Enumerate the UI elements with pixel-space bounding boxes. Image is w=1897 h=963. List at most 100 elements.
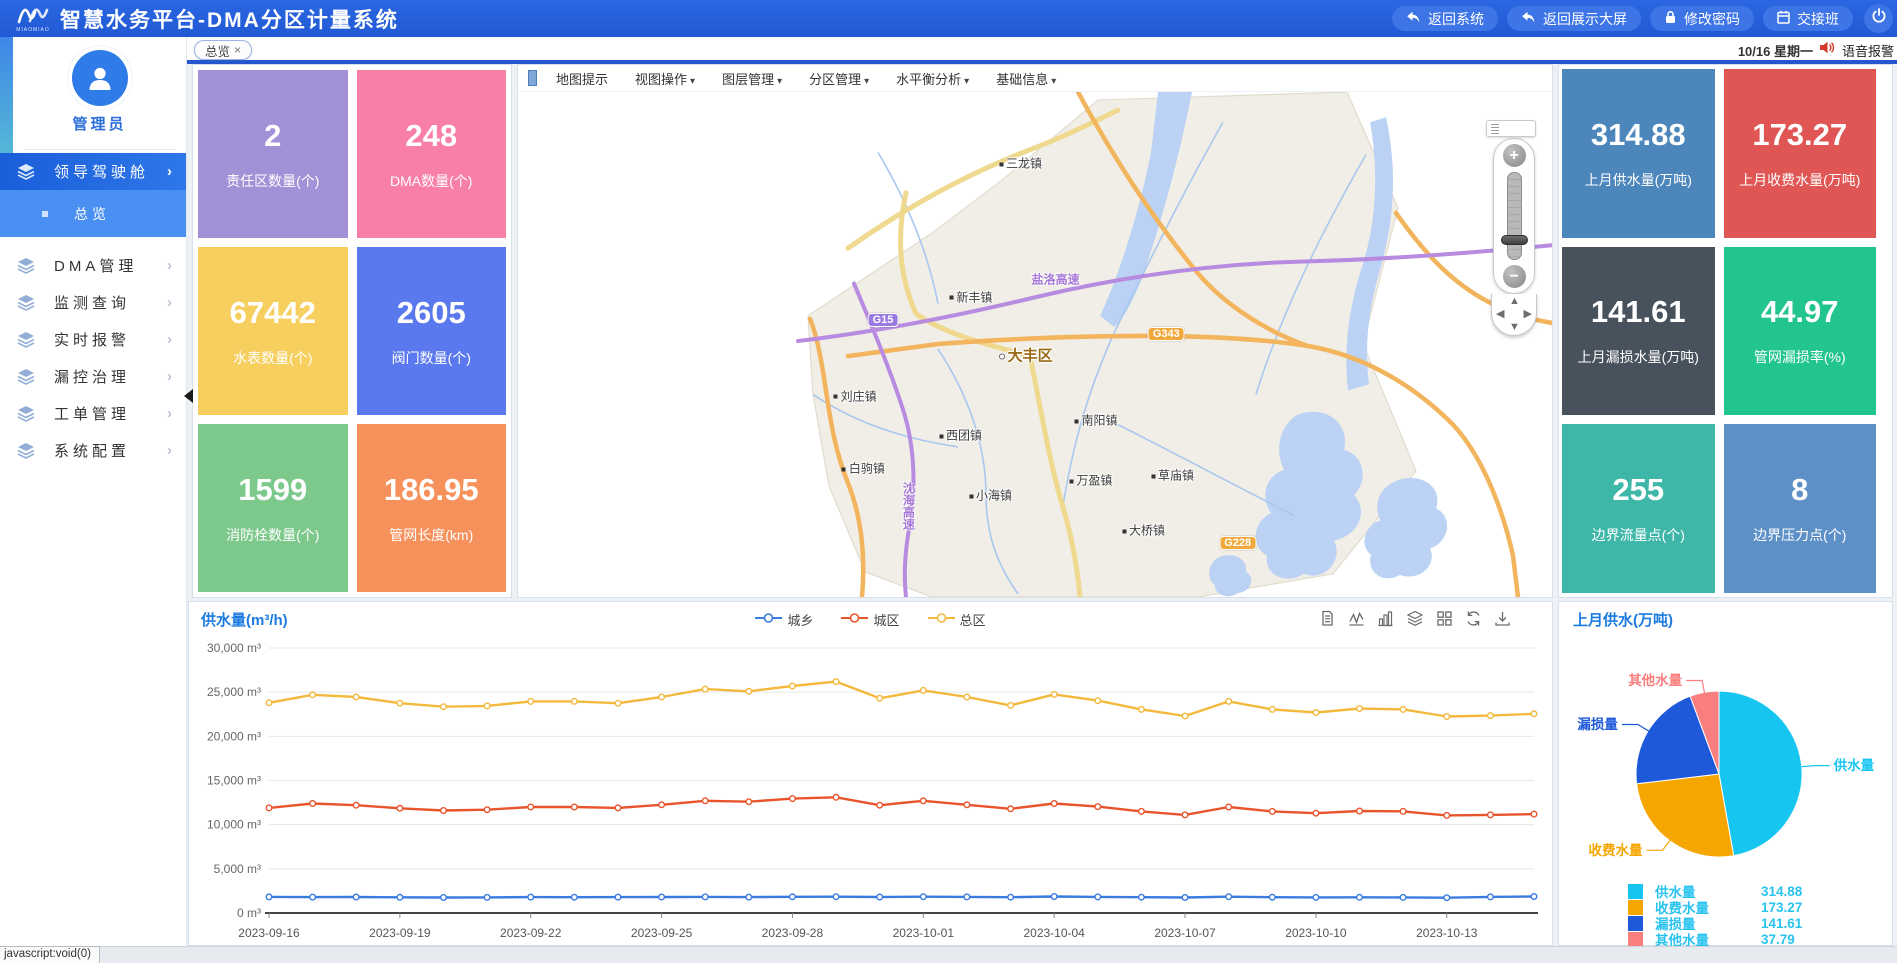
legend-label: 城乡 — [787, 610, 813, 629]
pie-legend-value: 173.27 — [1761, 900, 1802, 915]
legend-item-总区[interactable]: 总区 — [928, 610, 986, 629]
map-control-grip[interactable] — [1486, 120, 1536, 137]
town-name: 白驹镇 — [849, 462, 885, 476]
map-town-label: 万盈镇 — [1069, 471, 1112, 488]
sidebar-item-2[interactable]: DMA管理› — [0, 247, 186, 284]
pie-legend-swatch — [1628, 884, 1643, 899]
svg-text:2023-09-22: 2023-09-22 — [500, 926, 562, 940]
map-toolbar-item-1[interactable]: 地图提示 — [556, 69, 608, 88]
header-button-4[interactable]: 交接班 — [1763, 6, 1853, 31]
sidebar-item-6[interactable]: 工单管理› — [0, 395, 186, 432]
app-title: 智慧水务平台-DMA分区计量系统 — [60, 4, 399, 34]
toolbox-restore-icon[interactable] — [1465, 610, 1482, 632]
sidebar-subitem-总览[interactable]: 总览 — [0, 190, 186, 237]
header-button-1[interactable]: 返回系统 — [1392, 6, 1498, 31]
sidebar-collapse-handle[interactable] — [184, 389, 193, 403]
sidebar-item-7[interactable]: 系统配置› — [0, 432, 186, 469]
right-stat-card-1: 314.88上月供水量(万吨) — [1562, 69, 1715, 238]
stat-value: 314.88 — [1591, 117, 1686, 153]
map-toolbar-item-3[interactable]: 图层管理▾ — [722, 69, 782, 88]
toolbox-bar-icon[interactable] — [1377, 610, 1394, 632]
svg-text:收费水量: 收费水量 — [1589, 842, 1643, 858]
legend-marker-icon — [928, 612, 955, 627]
map-toolbar-label: 水平衡分析 — [896, 72, 961, 87]
legend-item-城乡[interactable]: 城乡 — [755, 610, 813, 629]
right-stat-card-2: 173.27上月收费水量(万吨) — [1724, 69, 1877, 238]
stat-value: 186.95 — [384, 472, 479, 508]
sidebar-item-4[interactable]: 实时报警› — [0, 321, 186, 358]
logo-icon — [16, 4, 50, 29]
toolbox-tiled-icon[interactable] — [1436, 610, 1453, 632]
voice-alarm-label[interactable]: 语音报警 — [1842, 41, 1894, 60]
map-toolbar-item-6[interactable]: 基础信息▾ — [996, 69, 1056, 88]
tab-close-icon[interactable]: × — [234, 43, 241, 57]
stat-label: DMA数量(个) — [390, 171, 472, 191]
district-name: 大丰区 — [1008, 348, 1053, 365]
pie-title: 上月供水(万吨) — [1573, 609, 1673, 630]
toolbox-pulse-icon[interactable] — [1348, 610, 1365, 632]
pie-legend-item-其他水量[interactable]: 其他水量37.79 — [1628, 931, 1886, 947]
sidebar-item-label: 实时报警 — [54, 329, 130, 350]
zoom-out-button[interactable]: − — [1503, 265, 1526, 288]
sidebar-menu: 领导驾驶舱›总览DMA管理›监测查询›实时报警›漏控治理›工单管理›系统配置› — [0, 153, 186, 469]
pan-down-arrow[interactable]: ▼ — [1509, 322, 1520, 333]
zoom-in-button[interactable]: + — [1503, 144, 1526, 167]
map-toolbar-item-4[interactable]: 分区管理▾ — [809, 69, 869, 88]
chevron-right-icon: › — [167, 294, 172, 311]
pan-right-arrow[interactable]: ▶ — [1524, 309, 1532, 320]
stat-value: 67442 — [230, 295, 316, 331]
caret-down-icon: ▾ — [1051, 76, 1056, 87]
town-name: 万盈镇 — [1076, 473, 1112, 487]
power-button[interactable] — [1864, 4, 1893, 33]
zoom-slider-handle[interactable] — [1501, 235, 1528, 245]
toolbox-data-view-icon[interactable] — [1319, 610, 1336, 632]
caret-down-icon: ▾ — [777, 76, 782, 87]
map-canvas[interactable]: 三龙镇新丰镇刘庄镇西团镇南阳镇白驹镇小海镇万盈镇草庙镇大桥镇大丰区G15G343… — [518, 91, 1552, 597]
sidebar-item-3[interactable]: 监测查询 › — [0, 284, 186, 321]
layers-icon — [16, 331, 36, 348]
stat-label: 消防栓数量(个) — [226, 525, 319, 545]
pie-chart: 供水量收费水量漏损量其他水量 — [1559, 628, 1892, 880]
sidebar-item-1[interactable]: 领导驾驶舱› — [0, 153, 186, 190]
sidebar-item-label: 漏控治理 — [54, 366, 130, 387]
chevron-right-icon: › — [167, 163, 172, 180]
tab-overview[interactable]: 总览 × — [194, 40, 252, 60]
left-stat-card-3: 67442水表数量(个) — [198, 247, 348, 415]
svg-text:2023-10-01: 2023-10-01 — [893, 926, 955, 940]
pie-legend-value: 141.61 — [1761, 916, 1802, 931]
stat-value: 2605 — [397, 295, 466, 331]
svg-text:2023-09-25: 2023-09-25 — [631, 926, 693, 940]
submenu-item-label: 总览 — [74, 204, 110, 224]
toolbox-stack-icon[interactable] — [1406, 610, 1424, 632]
map-toolbar-item-2[interactable]: 视图操作▾ — [635, 69, 695, 88]
speaker-icon[interactable] — [1819, 40, 1836, 60]
pan-up-arrow[interactable]: ▲ — [1509, 296, 1520, 307]
toolbox-download-icon[interactable] — [1494, 610, 1511, 632]
sidebar-item-5[interactable]: 漏控治理 › — [0, 358, 186, 395]
header-button-3[interactable]: 修改密码 — [1650, 6, 1754, 31]
sidebar-item-label: 系统配置 — [54, 440, 130, 461]
svg-text:30,000 m³: 30,000 m³ — [207, 641, 261, 655]
tab-label: 总览 — [205, 41, 230, 60]
sidebar-item-label: DMA管理 — [54, 255, 137, 276]
right-stat-card-4: 44.97管网漏损率(%) — [1724, 247, 1877, 416]
stat-label: 管网长度(km) — [389, 525, 473, 545]
pan-left-arrow[interactable]: ◀ — [1496, 309, 1504, 320]
right-stats-panel: 314.88上月供水量(万吨)173.27上月收费水量(万吨)141.61上月漏… — [1558, 64, 1893, 598]
sidebar-item-label: 监测查询 — [54, 292, 130, 313]
map-toolbar-item-5[interactable]: 水平衡分析▾ — [896, 69, 969, 88]
legend-item-城区[interactable]: 城区 — [841, 610, 899, 629]
right-stat-card-3: 141.61上月漏损水量(万吨) — [1562, 247, 1715, 416]
svg-text:供水量: 供水量 — [1833, 757, 1875, 773]
header-button-2[interactable]: 返回展示大屏 — [1507, 6, 1641, 31]
town-dot-icon — [834, 395, 838, 399]
svg-text:5,000 m³: 5,000 m³ — [214, 862, 261, 876]
chevron-right-icon: › — [167, 368, 172, 385]
layers-icon — [16, 442, 36, 459]
stat-label: 上月收费水量(万吨) — [1739, 170, 1860, 190]
svg-text:0 m³: 0 m³ — [237, 906, 261, 920]
zoom-track[interactable] — [1507, 172, 1522, 260]
map-town-label: 刘庄镇 — [834, 387, 877, 404]
svg-text:15,000 m³: 15,000 m³ — [207, 774, 261, 788]
town-dot-icon — [1074, 419, 1078, 423]
